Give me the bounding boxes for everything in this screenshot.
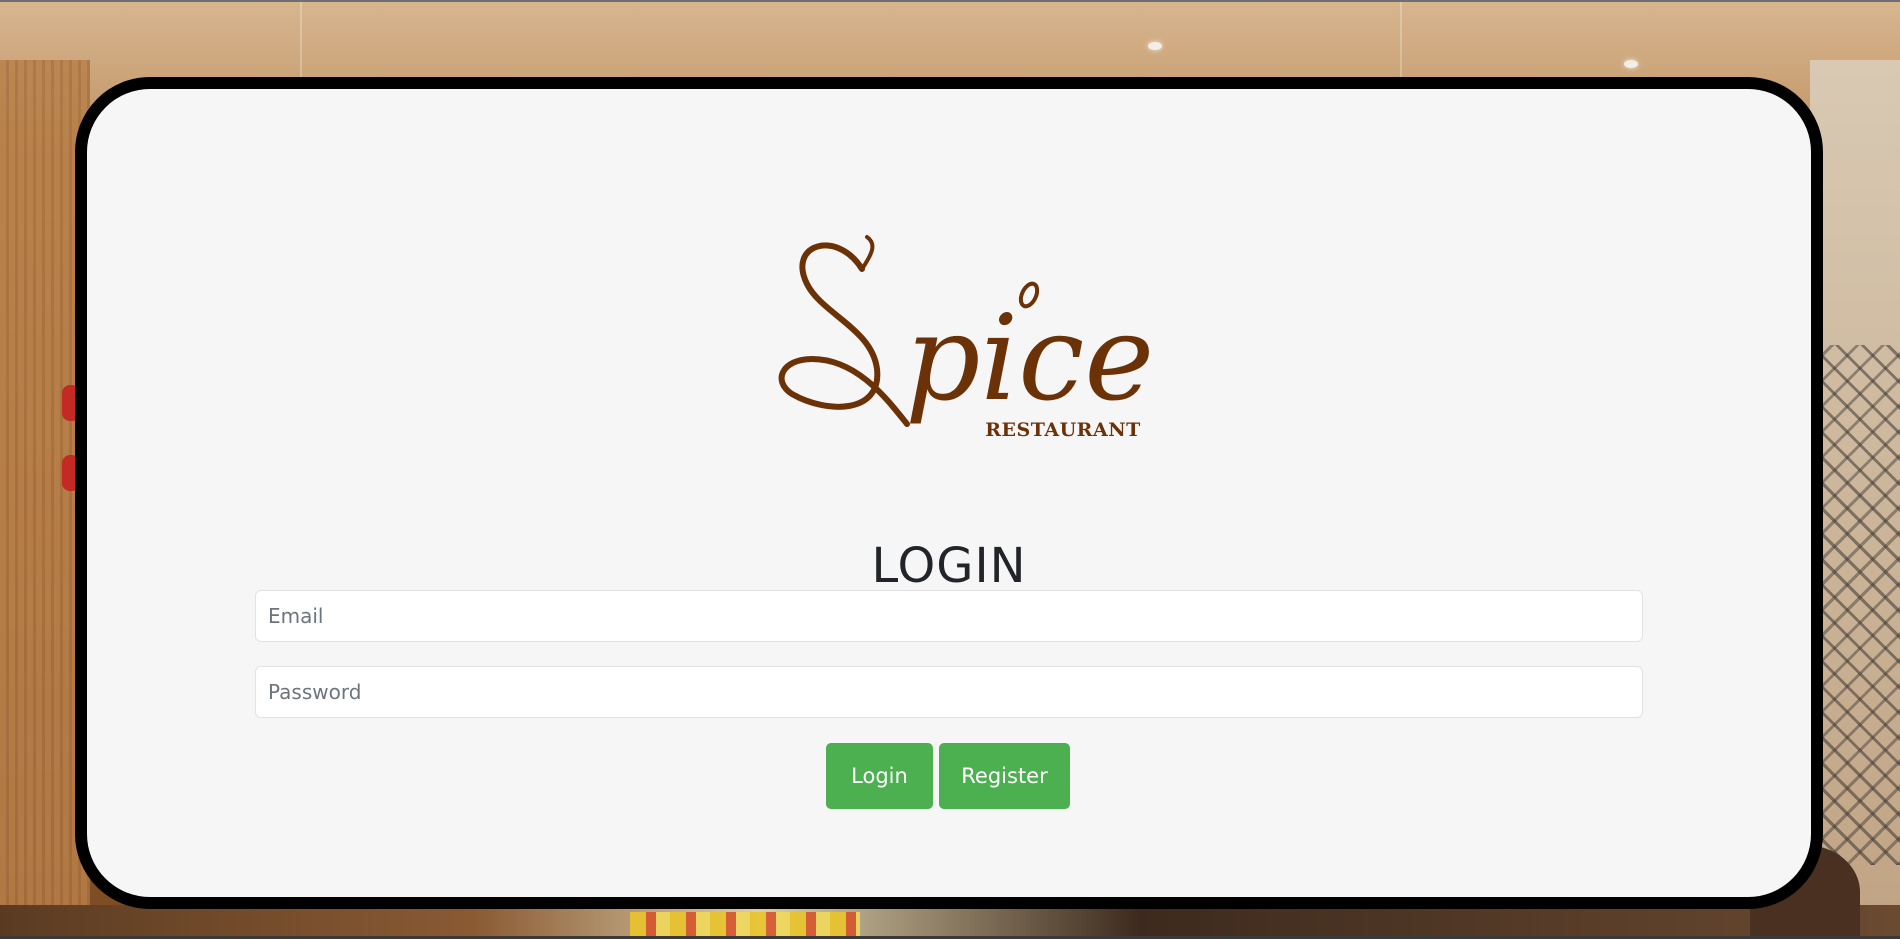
background-ceiling-light: [1148, 42, 1162, 50]
password-field[interactable]: [255, 666, 1643, 718]
register-button[interactable]: Register: [939, 743, 1070, 809]
background-ceiling-light: [1624, 60, 1638, 68]
logo-subtitle: RESTAURANT: [985, 419, 1140, 441]
background-lattice-screen: [1820, 345, 1900, 865]
email-field[interactable]: [255, 590, 1643, 642]
login-card: pice RESTAURANT LOGIN Login Register: [75, 77, 1823, 909]
logo-wordmark-tail: pice: [905, 289, 1154, 427]
spice-restaurant-logo: pice RESTAURANT: [778, 235, 1154, 441]
page-title: LOGIN: [871, 538, 1027, 594]
login-button[interactable]: Login: [826, 743, 933, 809]
background-table-mat: [630, 912, 860, 939]
background-floor: [0, 905, 1900, 939]
window-top-edge: [0, 0, 1900, 2]
page: pice RESTAURANT LOGIN Login Register: [0, 0, 1900, 939]
